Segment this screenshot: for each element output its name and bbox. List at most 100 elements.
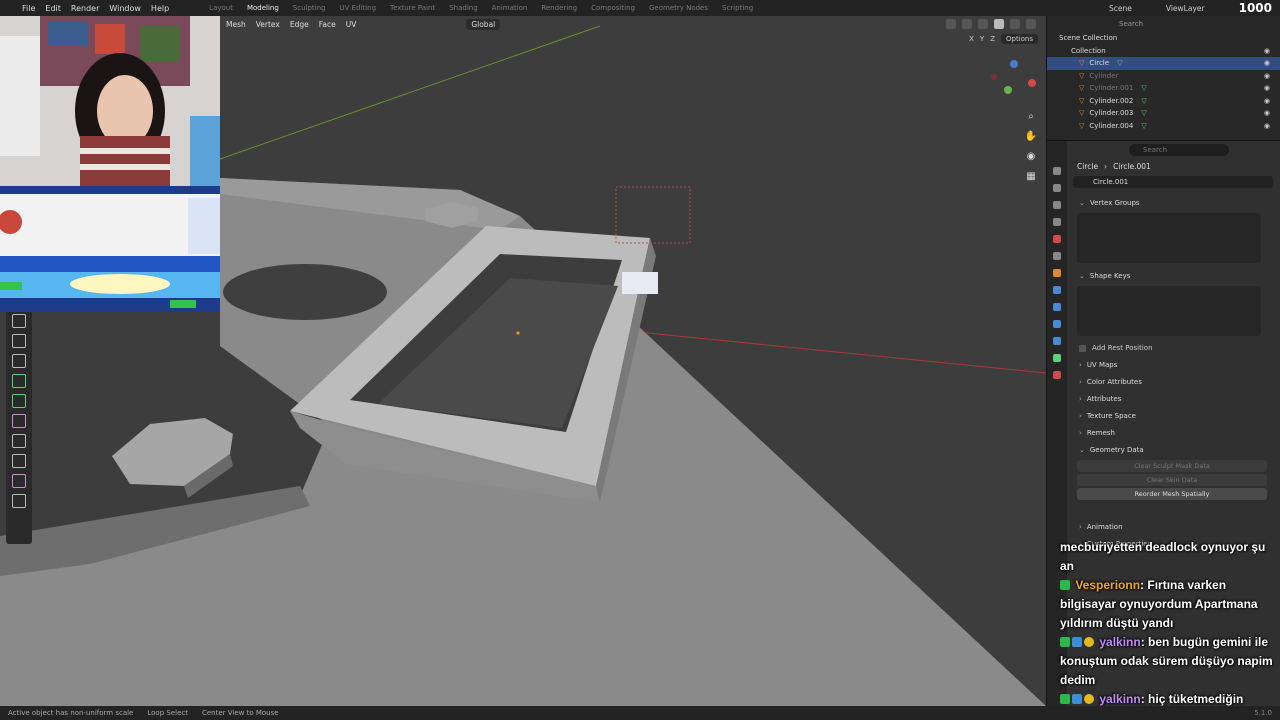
xray-icon[interactable]: [962, 19, 972, 29]
wireframe-shading-icon[interactable]: [978, 19, 988, 29]
select-box-icon[interactable]: [12, 314, 26, 328]
menu-window[interactable]: Window: [109, 4, 141, 13]
panel-title: Geometry Data: [1089, 445, 1144, 454]
tab-sculpting[interactable]: Sculpting: [293, 4, 326, 12]
zoom-icon[interactable]: ⌕: [1028, 112, 1034, 122]
orientation-dropdown[interactable]: Global: [466, 18, 501, 30]
checkbox[interactable]: [1079, 344, 1086, 352]
material-tab-icon[interactable]: [1053, 371, 1061, 379]
outliner-item-cylinder-004[interactable]: ▽ Cylinder.004 ▽ ◉: [1047, 120, 1280, 133]
eye-icon[interactable]: ◉: [1264, 84, 1270, 92]
reorder-mesh-button[interactable]: Reorder Mesh Spatially: [1077, 488, 1267, 500]
axis-x-toggle[interactable]: X: [969, 35, 974, 43]
outliner-item-cylinder-003[interactable]: ▽ Cylinder.003 ▽ ◉: [1047, 107, 1280, 120]
outliner-panel: Search Scene Collection Collection ◉ ▽ C…: [1046, 16, 1280, 140]
outliner-item-cylinder-001[interactable]: ▽ Cylinder.001 ▽ ◉: [1047, 82, 1280, 95]
outliner-item-circle[interactable]: ▽ Circle ▽ ◉: [1047, 57, 1280, 70]
shape-keys-list[interactable]: [1077, 286, 1261, 336]
tab-compositing[interactable]: Compositing: [591, 4, 635, 12]
version-label: 5.1.0: [1254, 709, 1272, 717]
menu-help[interactable]: Help: [151, 4, 169, 13]
geometry-data-panel[interactable]: ⌄ Geometry Data: [1069, 441, 1280, 458]
eye-icon[interactable]: ◉: [1264, 97, 1270, 105]
animation-panel[interactable]: › Animation: [1069, 518, 1280, 535]
pan-hand-icon[interactable]: ✋: [1025, 132, 1037, 142]
physics-tab-icon[interactable]: [1053, 320, 1061, 328]
tab-layout[interactable]: Layout: [209, 4, 233, 12]
menu-file[interactable]: File: [22, 4, 35, 13]
inset-icon[interactable]: [12, 354, 26, 368]
shear-icon[interactable]: [12, 494, 26, 508]
solid-shading-icon[interactable]: [994, 19, 1004, 29]
collection-row[interactable]: Collection ◉: [1047, 45, 1280, 58]
vertex-groups-list[interactable]: [1077, 213, 1261, 263]
properties-search[interactable]: Search: [1129, 144, 1229, 156]
knife-icon[interactable]: [12, 414, 26, 428]
eye-icon[interactable]: ◉: [1264, 59, 1270, 67]
grid-view-icon[interactable]: ▦: [1026, 172, 1035, 182]
tab-animation[interactable]: Animation: [492, 4, 528, 12]
shape-keys-panel[interactable]: ⌄ Shape Keys: [1069, 267, 1280, 284]
tab-uv-editing[interactable]: UV Editing: [340, 4, 377, 12]
attributes-panel[interactable]: › Attributes: [1069, 390, 1280, 407]
particles-tab-icon[interactable]: [1053, 303, 1061, 311]
mesh-data-tab-icon[interactable]: [1053, 354, 1061, 362]
outliner-item-cylinder[interactable]: ▽ Cylinder ◉: [1047, 70, 1280, 83]
menu-face[interactable]: Face: [319, 20, 336, 29]
menu-mesh[interactable]: Mesh: [226, 20, 246, 29]
y-axis-line: [199, 25, 601, 167]
overlay-icon[interactable]: [946, 19, 956, 29]
camera-view-icon[interactable]: ◉: [1027, 152, 1036, 162]
menu-vertex[interactable]: Vertex: [256, 20, 280, 29]
tab-rendering[interactable]: Rendering: [541, 4, 577, 12]
constraints-tab-icon[interactable]: [1053, 337, 1061, 345]
menu-render[interactable]: Render: [71, 4, 99, 13]
bevel-icon[interactable]: [12, 374, 26, 388]
outliner-item-cylinder-002[interactable]: ▽ Cylinder.002 ▽ ◉: [1047, 95, 1280, 108]
render-tab-icon[interactable]: [1053, 184, 1061, 192]
menu-uv[interactable]: UV: [346, 20, 357, 29]
menu-edit[interactable]: Edit: [45, 4, 61, 13]
eye-icon[interactable]: ◉: [1264, 109, 1270, 117]
poly-build-icon[interactable]: [12, 434, 26, 448]
loop-cut-icon[interactable]: [12, 394, 26, 408]
remesh-panel[interactable]: › Remesh: [1069, 424, 1280, 441]
vertex-groups-panel[interactable]: ⌄ Vertex Groups: [1069, 194, 1280, 211]
color-attributes-panel[interactable]: › Color Attributes: [1069, 373, 1280, 390]
tab-shading[interactable]: Shading: [449, 4, 477, 12]
scene-selector[interactable]: Scene: [1109, 4, 1132, 13]
tool-tab-icon[interactable]: [1053, 167, 1061, 175]
object-tab-icon[interactable]: [1053, 269, 1061, 277]
tab-modeling[interactable]: Modeling: [247, 4, 279, 12]
output-tab-icon[interactable]: [1053, 201, 1061, 209]
texture-space-panel[interactable]: › Texture Space: [1069, 407, 1280, 424]
axis-y-toggle[interactable]: Y: [980, 35, 984, 43]
outliner-search[interactable]: Search: [1119, 20, 1143, 28]
tab-geometry-nodes[interactable]: Geometry Nodes: [649, 4, 708, 12]
tab-texture-paint[interactable]: Texture Paint: [390, 4, 435, 12]
smooth-icon[interactable]: [12, 474, 26, 488]
eye-icon[interactable]: ◉: [1264, 72, 1270, 80]
clear-sculpt-mask-button[interactable]: Clear Sculpt Mask Data: [1077, 460, 1267, 472]
uv-maps-panel[interactable]: › UV Maps: [1069, 356, 1280, 373]
spin-icon[interactable]: [12, 454, 26, 468]
material-shading-icon[interactable]: [1010, 19, 1020, 29]
clear-skin-data-button[interactable]: Clear Skin Data: [1077, 474, 1267, 486]
rendered-shading-icon[interactable]: [1026, 19, 1036, 29]
scene-tab-icon[interactable]: [1053, 235, 1061, 243]
visibility-icon[interactable]: ◉: [1264, 47, 1270, 55]
axis-z-toggle[interactable]: Z: [990, 35, 995, 43]
scene-collection-row[interactable]: Scene Collection: [1047, 32, 1280, 45]
eye-icon[interactable]: ◉: [1264, 122, 1270, 130]
view-layer-tab-icon[interactable]: [1053, 218, 1061, 226]
tab-scripting[interactable]: Scripting: [722, 4, 753, 12]
extrude-icon[interactable]: [12, 334, 26, 348]
menu-edge[interactable]: Edge: [290, 20, 309, 29]
mesh-name-field[interactable]: Circle.001: [1073, 176, 1273, 188]
world-tab-icon[interactable]: [1053, 252, 1061, 260]
modifier-tab-icon[interactable]: [1053, 286, 1061, 294]
options-dropdown[interactable]: Options: [1000, 34, 1038, 44]
add-rest-position-checkbox[interactable]: Add Rest Position: [1069, 340, 1280, 356]
game-overlay: [0, 186, 220, 312]
view-layer-selector[interactable]: ViewLayer: [1166, 4, 1205, 13]
